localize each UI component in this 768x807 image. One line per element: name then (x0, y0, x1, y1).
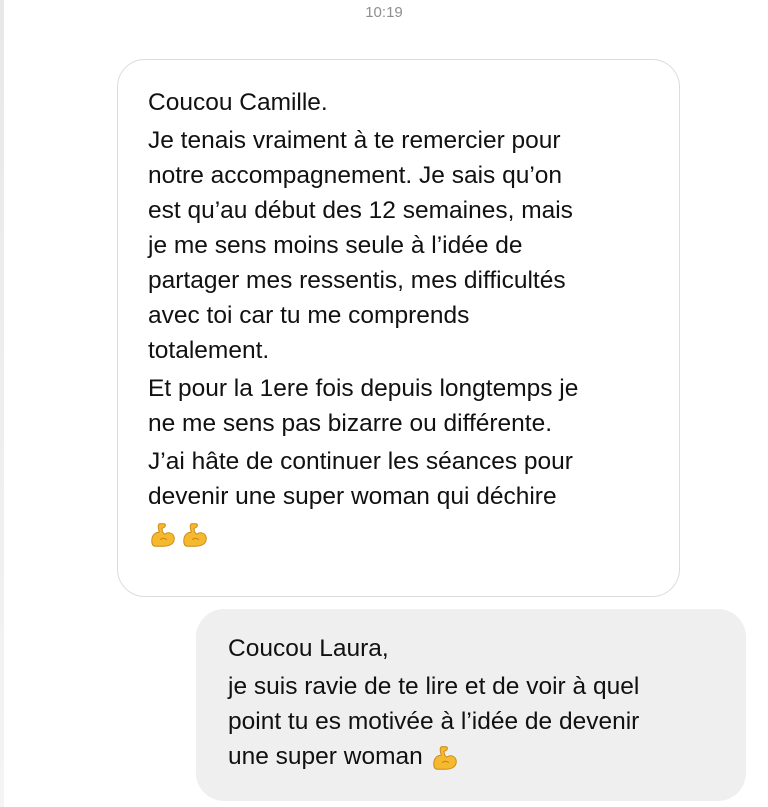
message-line: J’ai hâte de continuer les séances pour (148, 448, 573, 475)
message-line: Coucou Laura, (228, 635, 389, 662)
message-line: avec toi car tu me comprends (148, 302, 470, 329)
flexed-biceps-icon (183, 522, 207, 547)
message-line: devenir une super woman qui déchire (148, 483, 557, 510)
received-message-bubble[interactable]: Coucou Camille. Je tenais vraiment à te … (117, 59, 680, 597)
message-line: ne me sens pas bizarre ou différente. (148, 410, 553, 437)
message-line: est qu’au début des 12 semaines, mais (148, 197, 573, 224)
message-line: Coucou Camille. (148, 89, 328, 116)
emoji-row (148, 516, 659, 552)
message-line: je me sens moins seule à l’idée de (148, 232, 523, 259)
message-line: Je tenais vraiment à te remercier pour (148, 127, 561, 154)
message-line: Et pour la 1ere fois depuis longtemps je (148, 375, 579, 402)
flexed-biceps-icon (432, 745, 457, 770)
message-timestamp: 10:19 (365, 4, 403, 21)
flexed-biceps-icon (151, 522, 175, 547)
sent-message-bubble[interactable]: Coucou Laura, je suis ravie de te lire e… (196, 609, 746, 801)
message-line: une super woman (228, 743, 423, 770)
message-line: totalement. (148, 337, 270, 364)
message-line: point tu es motivée à l’idée de devenir (228, 708, 640, 735)
message-line-last: une super woman (228, 739, 726, 774)
message-line: notre accompagnement. Je sais qu’on (148, 162, 563, 189)
message-line: partager mes ressentis, mes difficultés (148, 267, 566, 294)
message-line: je suis ravie de te lire et de voir à qu… (228, 673, 640, 700)
window-edge (0, 0, 4, 807)
